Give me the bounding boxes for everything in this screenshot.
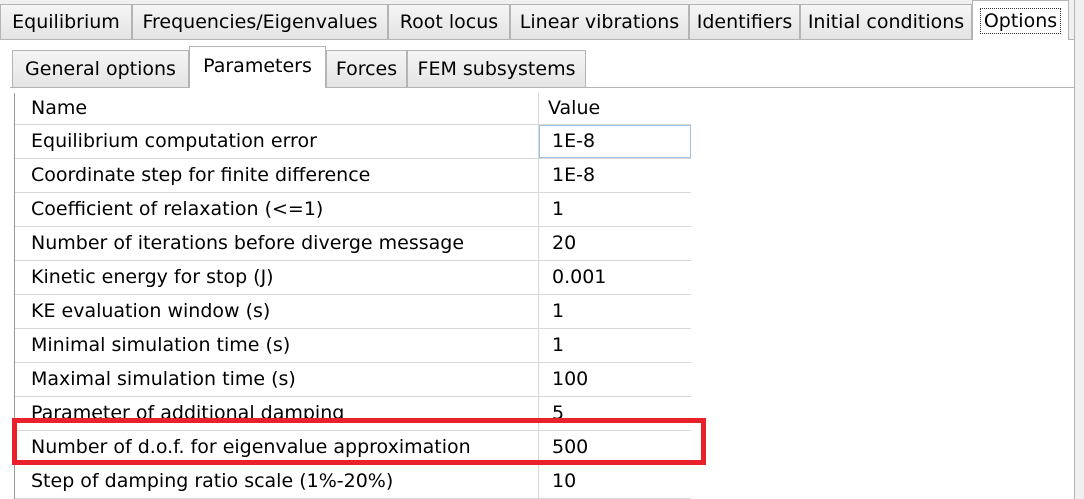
tab-options[interactable]: Options bbox=[972, 0, 1069, 40]
grid-header-row: Name Value bbox=[15, 93, 691, 125]
table-row[interactable]: Equilibrium computation error 1E-8 bbox=[15, 125, 691, 159]
parameter-value-cell[interactable]: 20 bbox=[539, 227, 691, 260]
table-row[interactable]: Minimal simulation time (s) 1 bbox=[15, 329, 691, 363]
tab-root-locus[interactable]: Root locus bbox=[388, 4, 510, 39]
parameter-name: Coefficient of relaxation (<=1) bbox=[15, 193, 539, 226]
parameter-name: Equilibrium computation error bbox=[15, 125, 539, 158]
parameter-value-cell[interactable]: 1 bbox=[539, 193, 691, 226]
parameter-name: Kinetic energy for stop (J) bbox=[15, 261, 539, 294]
tab-label: Equilibrium bbox=[12, 11, 120, 33]
tab-label: Parameters bbox=[203, 55, 312, 77]
table-row[interactable]: Maximal simulation time (s) 100 bbox=[15, 363, 691, 397]
top-tab-bar: Equilibrium Frequencies/Eigenvalues Root… bbox=[0, 0, 1084, 40]
tab-label: FEM subsystems bbox=[417, 58, 576, 80]
table-row[interactable]: Kinetic energy for stop (J) 0.001 bbox=[15, 261, 691, 295]
parameter-value-cell[interactable]: 1 bbox=[539, 295, 691, 328]
parameter-value-cell[interactable]: 100 bbox=[539, 363, 691, 396]
tab-forces[interactable]: Forces bbox=[326, 50, 407, 88]
table-row[interactable]: KE evaluation window (s) 1 bbox=[15, 295, 691, 329]
parameter-value-cell[interactable]: 1 bbox=[539, 329, 691, 362]
tab-initial-conditions[interactable]: Initial conditions bbox=[800, 4, 972, 39]
tab-linear-vibrations[interactable]: Linear vibrations bbox=[510, 4, 689, 39]
table-row[interactable]: Number of d.o.f. for eigenvalue approxim… bbox=[15, 431, 691, 465]
parameters-grid: Name Value Equilibrium computation error… bbox=[14, 93, 691, 499]
tab-label: Root locus bbox=[399, 11, 499, 33]
tab-general-options[interactable]: General options bbox=[12, 50, 189, 88]
parameter-value-cell[interactable]: 0.001 bbox=[539, 261, 691, 294]
table-row[interactable]: Coefficient of relaxation (<=1) 1 bbox=[15, 193, 691, 227]
tab-frequencies-eigenvalues[interactable]: Frequencies/Eigenvalues bbox=[132, 4, 388, 39]
parameter-value-cell[interactable]: 500 bbox=[539, 431, 691, 464]
sub-tab-bar-divider bbox=[10, 87, 1084, 88]
parameter-name: Minimal simulation time (s) bbox=[15, 329, 539, 362]
tab-label: Forces bbox=[335, 58, 398, 80]
parameter-value-cell[interactable]: 1E-8 bbox=[539, 159, 691, 192]
column-header-name[interactable]: Name bbox=[15, 93, 539, 124]
parameter-name: Maximal simulation time (s) bbox=[15, 363, 539, 396]
parameter-name: Parameter of additional damping bbox=[15, 397, 539, 430]
parameter-value-cell[interactable]: 1E-8 bbox=[539, 125, 691, 158]
table-row[interactable]: Number of iterations before diverge mess… bbox=[15, 227, 691, 261]
tab-label: Frequencies/Eigenvalues bbox=[142, 11, 378, 33]
parameter-name: Coordinate step for finite difference bbox=[15, 159, 539, 192]
column-header-value[interactable]: Value bbox=[539, 93, 691, 124]
tab-label: Identifiers bbox=[696, 11, 793, 33]
parameter-value-cell[interactable]: 5 bbox=[539, 397, 691, 430]
tab-fem-subsystems[interactable]: FEM subsystems bbox=[407, 50, 586, 88]
table-row[interactable]: Step of damping ratio scale (1%-20%) 10 bbox=[15, 465, 691, 499]
tab-label: Linear vibrations bbox=[519, 11, 680, 33]
tab-label: Options bbox=[979, 8, 1062, 34]
parameter-name: Step of damping ratio scale (1%-20%) bbox=[15, 465, 539, 498]
parameter-name: KE evaluation window (s) bbox=[15, 295, 539, 328]
tab-label: Initial conditions bbox=[807, 11, 965, 33]
parameter-name: Number of iterations before diverge mess… bbox=[15, 227, 539, 260]
tab-equilibrium[interactable]: Equilibrium bbox=[0, 4, 132, 39]
tab-label: General options bbox=[25, 58, 176, 80]
table-row[interactable]: Parameter of additional damping 5 bbox=[15, 397, 691, 431]
parameter-name: Number of d.o.f. for eigenvalue approxim… bbox=[15, 431, 539, 464]
sub-tab-bar: General options Parameters Forces FEM su… bbox=[10, 40, 1084, 88]
tab-parameters[interactable]: Parameters bbox=[189, 46, 326, 88]
tab-identifiers[interactable]: Identifiers bbox=[689, 4, 800, 39]
table-row[interactable]: Coordinate step for finite difference 1E… bbox=[15, 159, 691, 193]
parameter-value-cell[interactable]: 10 bbox=[539, 465, 691, 498]
window-edge bbox=[1074, 0, 1084, 499]
